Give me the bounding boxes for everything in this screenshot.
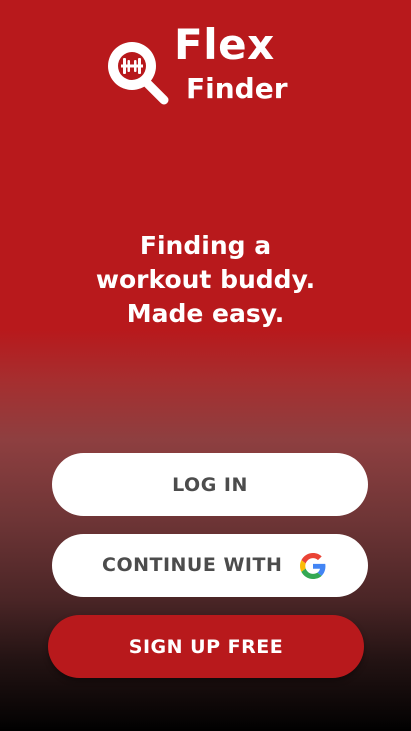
continue-with-google-label: CONTINUE WITH <box>102 554 283 576</box>
tagline: Finding a workout buddy. Made easy. <box>0 229 411 331</box>
continue-with-google-button[interactable]: CONTINUE WITH <box>52 534 368 597</box>
sign-up-free-label: SIGN UP FREE <box>128 635 284 658</box>
sign-up-free-button[interactable]: SIGN UP FREE <box>48 615 364 678</box>
logo-title-finder: Finder <box>186 72 288 105</box>
login-button[interactable]: LOG IN <box>52 453 368 516</box>
tagline-line-1: Finding a <box>139 231 272 260</box>
logo-title-flex: Flex <box>174 20 275 69</box>
magnifier-dumbbell-icon <box>108 42 169 105</box>
google-g-icon <box>300 553 326 579</box>
app-logo: Flex Finder <box>106 22 306 112</box>
welcome-screen: Flex Finder Finding a workout buddy. Mad… <box>0 0 411 731</box>
tagline-line-2: workout buddy. <box>95 265 316 294</box>
tagline-line-3: Made easy. <box>126 299 285 328</box>
login-button-label: LOG IN <box>172 473 248 496</box>
